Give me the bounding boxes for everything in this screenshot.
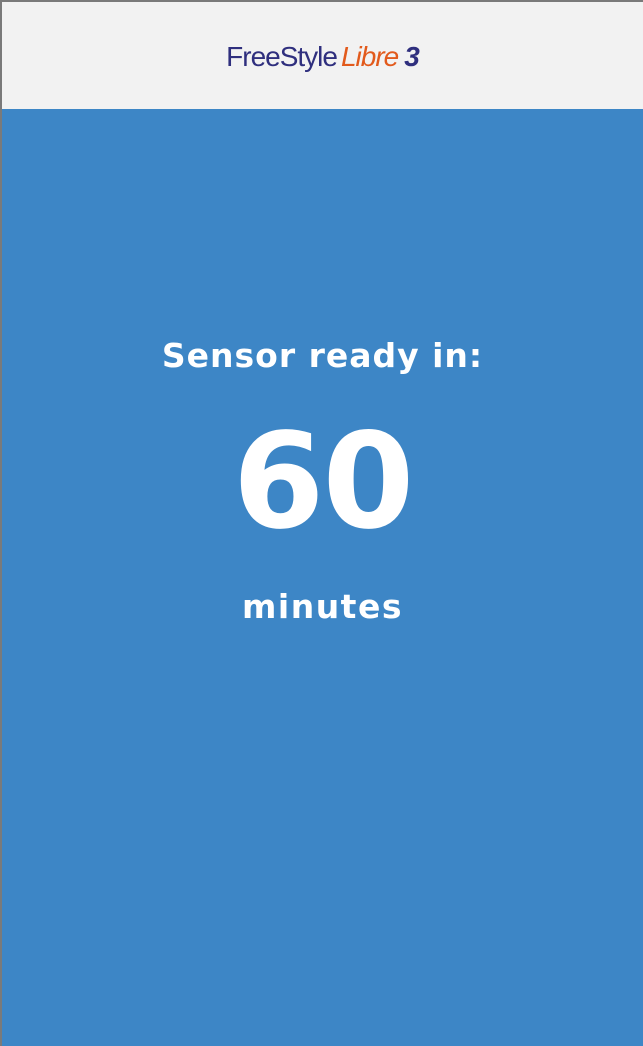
logo-freestyle-text: FreeStyle bbox=[226, 40, 338, 72]
countdown-unit-label: minutes bbox=[242, 587, 403, 626]
sensor-warmup-panel: Sensor ready in: 60 minutes bbox=[2, 109, 643, 1046]
countdown-value: 60 bbox=[232, 405, 415, 559]
app-header: FreeStyle Libre 3 bbox=[2, 2, 643, 109]
freestyle-libre-logo: FreeStyle Libre 3 bbox=[226, 40, 420, 72]
sensor-ready-label: Sensor ready in: bbox=[161, 336, 484, 375]
logo-libre-text: Libre bbox=[340, 40, 399, 72]
app-screen: FreeStyle Libre 3 Sensor ready in: 60 minu… bbox=[0, 0, 643, 1046]
logo-number-text: 3 bbox=[404, 40, 420, 72]
